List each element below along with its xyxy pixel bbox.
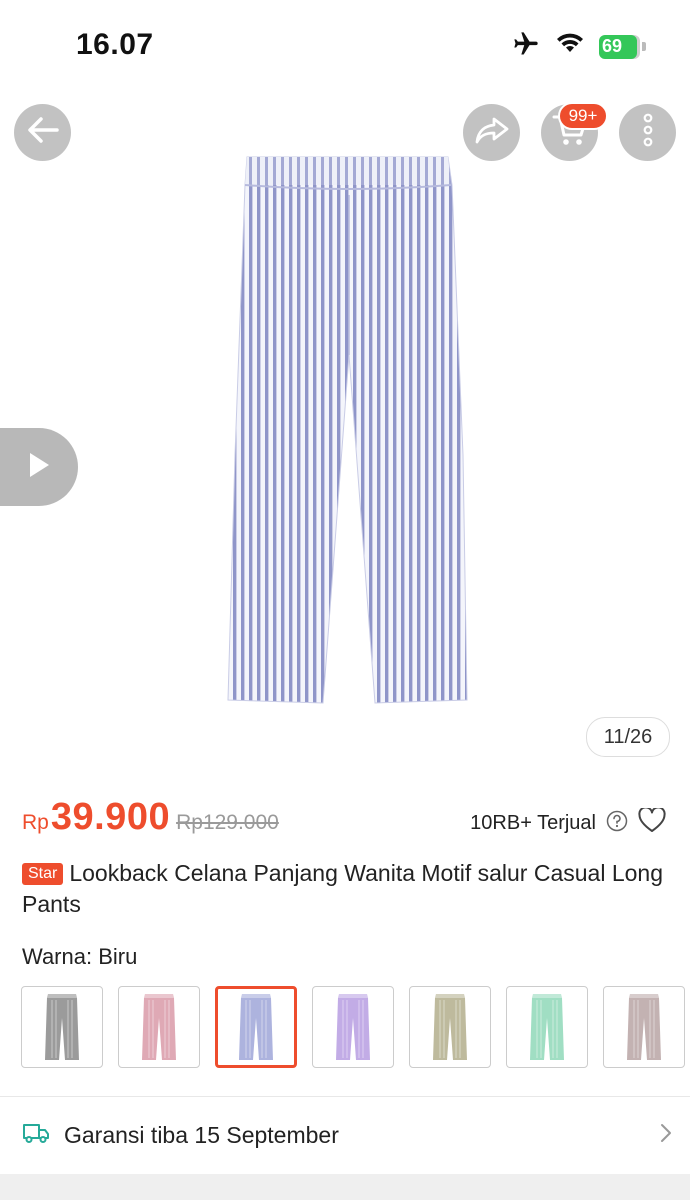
variant-option-green[interactable] bbox=[506, 986, 588, 1068]
more-vertical-icon bbox=[641, 113, 655, 152]
section-separator bbox=[0, 1174, 690, 1200]
current-price: 39.900 bbox=[50, 796, 171, 838]
variant-thumbnail-image bbox=[45, 994, 79, 1060]
variant-option-brown[interactable] bbox=[603, 986, 685, 1068]
status-icons: 69 bbox=[511, 30, 646, 63]
variant-thumbnail-image bbox=[627, 994, 661, 1060]
battery-indicator: 69 bbox=[599, 34, 646, 59]
price-row: Rp 39.900 Rp129.000 bbox=[22, 796, 279, 839]
share-icon bbox=[474, 115, 510, 150]
sold-count: 10RB+ Terjual bbox=[470, 811, 596, 834]
delivery-truck-icon bbox=[22, 1122, 50, 1149]
battery-cap bbox=[642, 42, 646, 51]
variant-thumbnail-image bbox=[336, 994, 370, 1060]
wifi-icon bbox=[555, 32, 585, 61]
variant-thumbnail-image bbox=[433, 994, 467, 1060]
star-badge: Star bbox=[22, 863, 64, 885]
variant-option-pink[interactable] bbox=[118, 986, 200, 1068]
product-title: Lookback Celana Panjang Wanita Motif sal… bbox=[22, 860, 664, 917]
original-price: Rp129.000 bbox=[176, 811, 279, 834]
variant-label: Warna: bbox=[22, 944, 93, 969]
variant-thumbnail-image bbox=[142, 994, 176, 1060]
battery-level: 69 bbox=[599, 34, 637, 59]
favorite-heart-icon[interactable] bbox=[638, 806, 666, 838]
cart-count-badge: 99+ bbox=[558, 102, 608, 130]
status-time: 16.07 bbox=[76, 28, 154, 61]
chevron-right-icon bbox=[660, 1123, 672, 1148]
shipping-row[interactable]: Garansi tiba 15 September bbox=[22, 1114, 672, 1156]
play-icon bbox=[26, 450, 52, 485]
divider bbox=[0, 1096, 690, 1097]
arrow-left-icon bbox=[26, 115, 60, 150]
variant-option-blue[interactable] bbox=[215, 986, 297, 1068]
product-title-block: Star Lookback Celana Panjang Wanita Motif… bbox=[22, 858, 672, 920]
help-icon[interactable] bbox=[606, 810, 628, 837]
variant-label-row: Warna: Biru bbox=[22, 944, 137, 970]
play-video-button[interactable] bbox=[0, 428, 78, 506]
back-button[interactable] bbox=[14, 104, 71, 161]
variant-list bbox=[21, 986, 685, 1068]
variant-thumbnail-image bbox=[530, 994, 564, 1060]
variant-option-gray[interactable] bbox=[21, 986, 103, 1068]
shipping-guarantee-text: Garansi tiba 15 September bbox=[64, 1121, 339, 1148]
product-image[interactable] bbox=[225, 155, 470, 705]
sales-row: 10RB+ Terjual bbox=[470, 806, 666, 838]
variant-option-olive[interactable] bbox=[409, 986, 491, 1068]
image-page-counter: 11/26 bbox=[586, 717, 670, 757]
variant-selected-value: Biru bbox=[98, 944, 138, 969]
share-button[interactable] bbox=[463, 104, 520, 161]
variant-option-purple[interactable] bbox=[312, 986, 394, 1068]
price-currency: Rp bbox=[22, 811, 49, 834]
variant-thumbnail-image bbox=[239, 994, 273, 1060]
more-options-button[interactable] bbox=[619, 104, 676, 161]
airplane-icon bbox=[511, 30, 541, 63]
